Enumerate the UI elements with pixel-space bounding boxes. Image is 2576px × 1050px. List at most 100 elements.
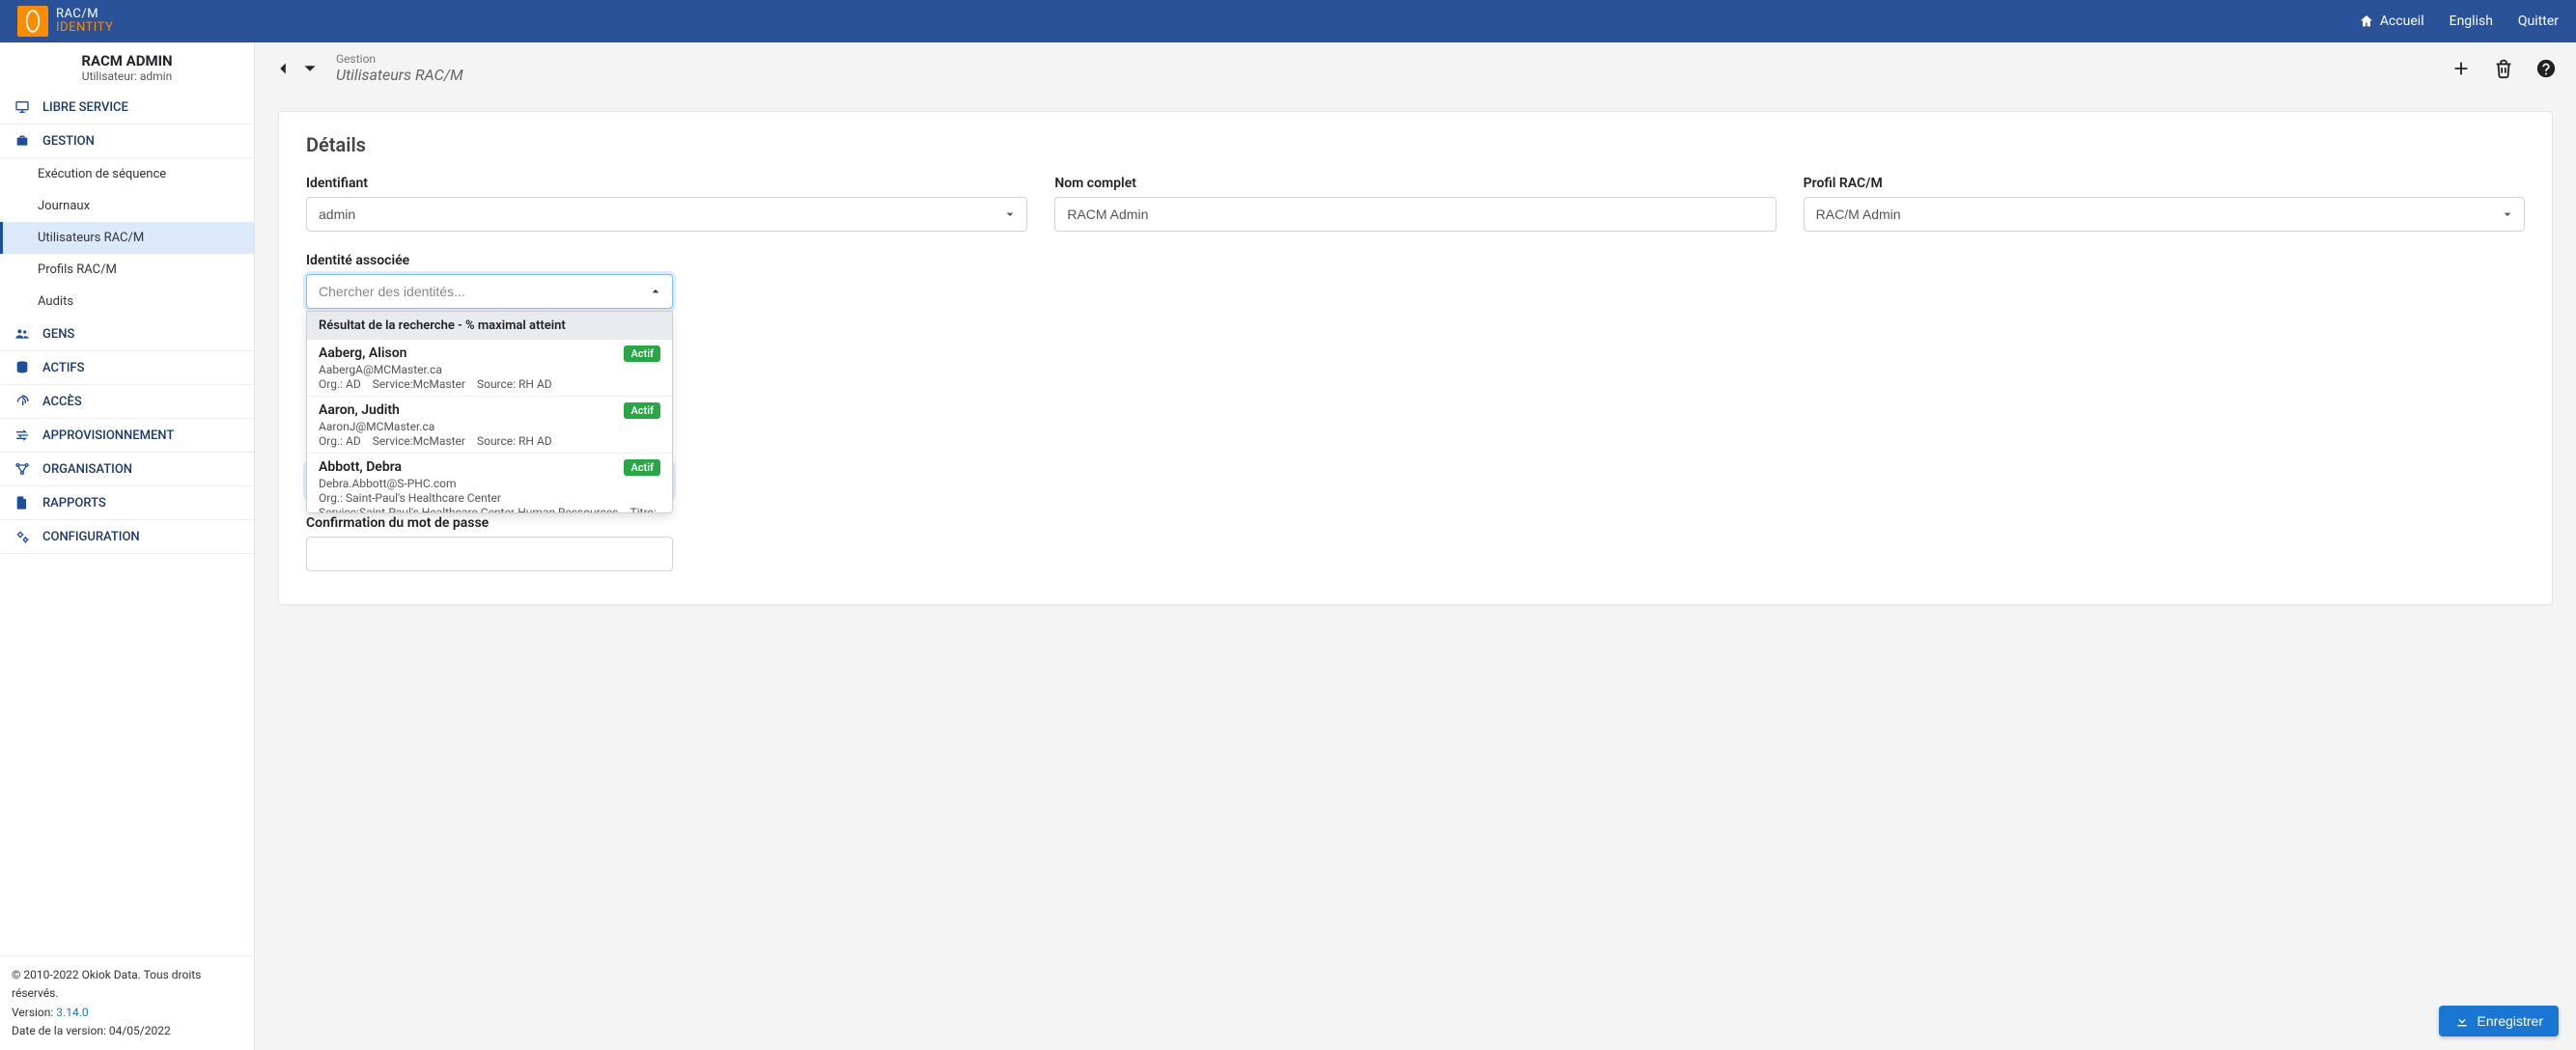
identite-search-input[interactable] [306,274,673,309]
details-card: Détails Identifiant Nom complet Pr [278,111,2553,605]
nav-libre-service[interactable]: LIBRE SERVICE [0,91,254,124]
nav-label: ACCÈS [42,395,82,409]
delete-button[interactable] [2493,58,2514,79]
database-icon [14,360,31,375]
item-name: Aaron, Judith [319,402,400,418]
dropdown-item[interactable]: Aaron, Judith Actif AaronJ@MCMaster.ca O… [307,397,672,454]
nav-sub-utilisateurs[interactable]: Utilisateurs RAC/M [0,222,254,254]
main: Gestion Utilisateurs RAC/M Détails Ident… [255,42,2576,1050]
footer-version-link[interactable]: 3.14.0 [56,1006,88,1019]
item-name: Aaberg, Alison [319,345,406,361]
dropdown-item[interactable]: Abbott, Debra Actif Debra.Abbott@S-PHC.c… [307,454,672,513]
nav-actifs[interactable]: ACTIFS [0,351,254,385]
profil-select[interactable] [1804,197,2525,232]
help-button[interactable] [2535,58,2557,79]
nav-label: GESTION [42,134,95,149]
nav-acces[interactable]: ACCÈS [0,385,254,419]
footer-version-line: Version: 3.14.0 [12,1004,242,1022]
download-icon [2454,1013,2470,1029]
sidebar-app-name: RACM ADMIN [8,52,246,69]
dropdown-item[interactable]: Aaberg, Alison Actif AabergA@MCMaster.ca… [307,340,672,397]
nav-configuration[interactable]: CONFIGURATION [0,520,254,554]
network-icon [14,461,31,477]
fingerprint-icon [14,394,31,409]
nav-label: CONFIGURATION [42,530,140,544]
brand-line2: IDENTITY [56,21,113,35]
profil-label: Profil RAC/M [1804,176,2525,191]
status-badge: Actif [624,459,660,476]
nav-label: APPROVISIONNEMENT [42,428,174,443]
nav-rapports[interactable]: RAPPORTS [0,486,254,520]
field-nom-complet: Nom complet [1054,176,1776,232]
nom-input[interactable] [1054,197,1776,232]
nav-sub-journaux[interactable]: Journaux [0,190,254,222]
status-badge: Actif [624,345,660,362]
nav-sub-sequence[interactable]: Exécution de séquence [0,158,254,190]
brand: RAC/M IDENTITY [17,6,113,37]
field-profil: Profil RAC/M [1804,176,2525,232]
nav-sub-audits[interactable]: Audits [0,286,254,318]
top-bar: RAC/M IDENTITY Accueil English Quitter [0,0,2576,42]
item-email: AaronJ@MCMaster.ca [319,420,660,433]
field-identifiant: Identifiant [306,176,1027,232]
nav-organisation[interactable]: ORGANISATION [0,453,254,486]
item-email: AabergA@MCMaster.ca [319,363,660,376]
confirm-password-input[interactable] [306,537,673,571]
footer-copyright: © 2010-2022 Okiok Data. Tous droits rése… [12,966,242,1003]
back-button[interactable] [270,56,295,81]
identifiant-label: Identifiant [306,176,1027,191]
crumb-title: Utilisateurs RAC/M [336,66,463,84]
chevron-up-icon [648,284,663,299]
identite-dropdown: Résultat de la recherche - % maximal att… [306,311,673,513]
item-name: Abbott, Debra [319,459,402,475]
briefcase-icon [14,133,31,149]
nav-sub-profils[interactable]: Profils RAC/M [0,254,254,286]
footer-date-line: Date de la version: 04/05/2022 [12,1022,242,1040]
save-button[interactable]: Enregistrer [2439,1006,2559,1036]
dropdown-header: Résultat de la recherche - % maximal att… [307,312,672,340]
status-badge: Actif [624,402,660,419]
nav-quit[interactable]: Quitter [2518,14,2559,29]
brand-line1: RAC/M [56,8,113,21]
down-button[interactable] [297,56,322,81]
card-heading: Détails [306,133,2525,156]
breadcrumb: Gestion Utilisateurs RAC/M [336,52,463,84]
nav-label: RAPPORTS [42,496,106,511]
crumb-section: Gestion [336,52,463,66]
nav-label: LIBRE SERVICE [42,100,128,115]
nav-home[interactable]: Accueil [2359,14,2424,29]
nav-approvisionnement[interactable]: APPROVISIONNEMENT [0,419,254,453]
save-label: Enregistrer [2478,1013,2543,1029]
nav-home-label: Accueil [2380,14,2424,29]
sidebar-footer: © 2010-2022 Okiok Data. Tous droits rése… [0,955,254,1050]
nav-label: GENS [42,327,74,342]
gears-icon [14,529,31,544]
item-email: Debra.Abbott@S-PHC.com [319,477,660,490]
sidebar-user: Utilisateur: admin [8,69,246,83]
sidebar-nav: LIBRE SERVICE GESTION Exécution de séque… [0,91,254,955]
nom-label: Nom complet [1054,176,1776,191]
item-meta: Org.: Saint-Paul's Healthcare Center [319,491,660,505]
field-identite: Identité associée Résultat de la recherc… [306,253,673,309]
item-meta: Org.: ADService:McMasterSource: RH AD [319,377,660,391]
nav-language[interactable]: English [2450,14,2493,29]
document-icon [14,495,31,511]
nav-label: ORGANISATION [42,462,132,477]
home-icon [2359,14,2374,29]
item-meta: Org.: ADService:McMasterSource: RH AD [319,434,660,448]
field-confirm-password: Confirmation du mot de passe [306,515,673,571]
add-button[interactable] [2450,58,2472,79]
sidebar-header: RACM ADMIN Utilisateur: admin [0,42,254,91]
nav-gens[interactable]: GENS [0,318,254,351]
identifiant-select[interactable] [306,197,1027,232]
monitor-icon [14,99,31,115]
nav-gestion[interactable]: GESTION [0,124,254,158]
arrows-icon [14,428,31,443]
brand-logo-icon [17,6,48,37]
item-meta2: Service:Saint-Paul's Healthcare Center-H… [319,506,660,513]
people-icon [14,326,31,342]
confirm-password-label: Confirmation du mot de passe [306,515,673,531]
nav-label: ACTIFS [42,361,84,375]
sidebar: RACM ADMIN Utilisateur: admin LIBRE SERV… [0,42,255,1050]
main-header: Gestion Utilisateurs RAC/M [255,42,2576,94]
